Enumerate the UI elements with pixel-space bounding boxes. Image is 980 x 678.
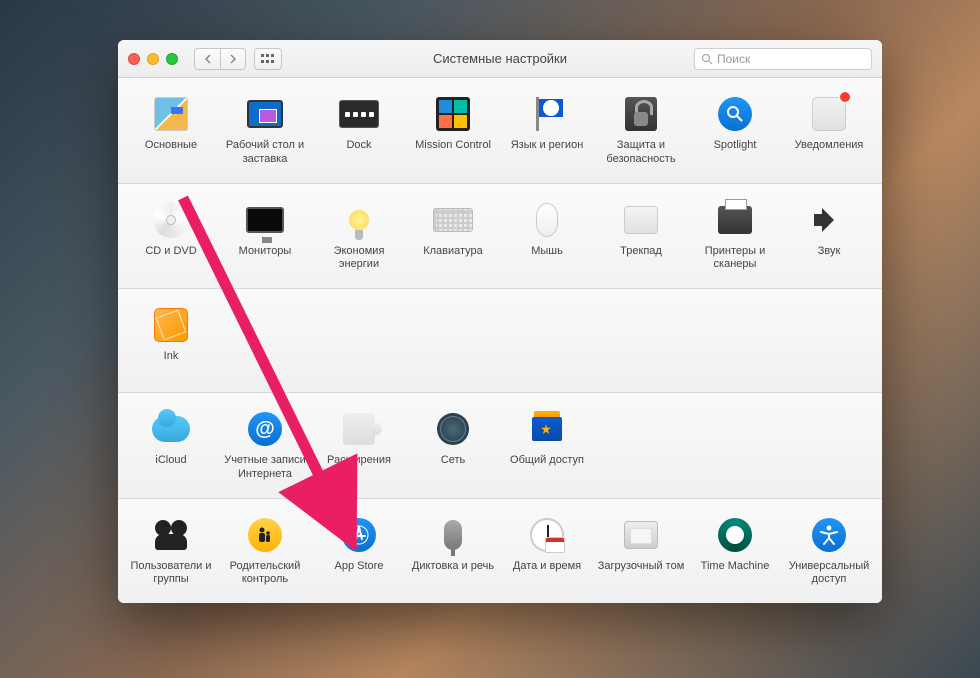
- minimize-button[interactable]: [147, 53, 159, 65]
- search-icon: [701, 53, 713, 65]
- zoom-button[interactable]: [166, 53, 178, 65]
- ink-pane[interactable]: Ink: [124, 303, 218, 382]
- globe-icon: [437, 413, 469, 445]
- dock-icon: [339, 100, 379, 128]
- close-button[interactable]: [128, 53, 140, 65]
- startup-disk-pane[interactable]: Загрузочный том: [594, 513, 688, 594]
- back-button[interactable]: [194, 48, 220, 70]
- mission-control-icon: [436, 97, 470, 131]
- network-pane[interactable]: Сеть: [406, 407, 500, 488]
- disk-icon: [624, 521, 658, 549]
- window-controls: [128, 53, 178, 65]
- security-pane[interactable]: Защита и безопасность: [594, 92, 688, 173]
- cddvd-pane[interactable]: CD и DVD: [124, 198, 218, 279]
- row-system: Пользователи и группы Родительский контр…: [118, 499, 882, 604]
- parental-icon: [248, 518, 282, 552]
- mouse-pane[interactable]: Мышь: [500, 198, 594, 279]
- forward-button[interactable]: [220, 48, 246, 70]
- app-store-pane[interactable]: App Store: [312, 513, 406, 594]
- show-all-button[interactable]: [254, 48, 282, 70]
- bulb-icon: [349, 210, 369, 230]
- clock-calendar-icon: [530, 518, 564, 552]
- spotlight-pane[interactable]: Spotlight: [688, 92, 782, 173]
- notifications-pane[interactable]: Уведомления: [782, 92, 876, 173]
- energy-pane[interactable]: Экономия энергии: [312, 198, 406, 279]
- time-machine-icon: [718, 518, 752, 552]
- pref-panes: Основные Рабочий стол и заставка Dock Mi…: [118, 78, 882, 603]
- app-store-icon: [342, 518, 376, 552]
- date-time-pane[interactable]: Дата и время: [500, 513, 594, 594]
- toolbar: Системные настройки Поиск: [118, 40, 882, 78]
- parental-controls-pane[interactable]: Родительский контроль: [218, 513, 312, 594]
- internet-accounts-pane[interactable]: @Учетные записи Интернета: [218, 407, 312, 488]
- displays-pane[interactable]: Мониторы: [218, 198, 312, 279]
- cloud-icon: [152, 416, 190, 442]
- mouse-icon: [536, 203, 558, 237]
- printer-icon: [718, 206, 752, 234]
- trackpad-icon: [624, 206, 658, 234]
- flag-icon: [534, 97, 560, 131]
- spotlight-icon: [718, 97, 752, 131]
- sharing-pane[interactable]: Общий доступ: [500, 407, 594, 488]
- keyboard-pane[interactable]: Клавиатура: [406, 198, 500, 279]
- general-pane[interactable]: Основные: [124, 92, 218, 173]
- row-personal: Основные Рабочий стол и заставка Dock Mi…: [118, 78, 882, 184]
- sound-pane[interactable]: Звук: [782, 198, 876, 279]
- extensions-pane[interactable]: Расширения: [312, 407, 406, 488]
- time-machine-pane[interactable]: Time Machine: [688, 513, 782, 594]
- printers-pane[interactable]: Принтеры и сканеры: [688, 198, 782, 279]
- row-internet: iCloud @Учетные записи Интернета Расшире…: [118, 393, 882, 499]
- search-placeholder: Поиск: [717, 52, 750, 66]
- display-icon: [246, 207, 284, 233]
- cd-icon: [153, 202, 189, 238]
- at-icon: @: [248, 412, 282, 446]
- users-icon: [153, 520, 189, 550]
- accessibility-icon: [812, 518, 846, 552]
- puzzle-icon: [343, 413, 375, 445]
- desktop-icon: [247, 100, 283, 128]
- search-field[interactable]: Поиск: [694, 48, 872, 70]
- dock-pane[interactable]: Dock: [312, 92, 406, 173]
- microphone-icon: [444, 520, 462, 550]
- language-region-pane[interactable]: Язык и регион: [500, 92, 594, 173]
- row-hardware-2: Ink: [118, 289, 882, 393]
- nav-buttons: [194, 48, 246, 70]
- lock-icon: [625, 97, 657, 131]
- trackpad-pane[interactable]: Трекпад: [594, 198, 688, 279]
- ink-icon: [154, 308, 188, 342]
- keyboard-icon: [433, 208, 473, 232]
- desktop-pane[interactable]: Рабочий стол и заставка: [218, 92, 312, 173]
- mission-control-pane[interactable]: Mission Control: [406, 92, 500, 173]
- accessibility-pane[interactable]: Универсальный доступ: [782, 513, 876, 594]
- notification-badge-icon: [839, 91, 851, 103]
- row-hardware-1: CD и DVD Мониторы Экономия энергии Клави…: [118, 184, 882, 290]
- folder-share-icon: [532, 417, 562, 441]
- speaker-icon: [814, 205, 844, 235]
- system-preferences-window: Системные настройки Поиск Основные Рабоч…: [118, 40, 882, 603]
- general-icon: [154, 97, 188, 131]
- users-groups-pane[interactable]: Пользователи и группы: [124, 513, 218, 594]
- dictation-pane[interactable]: Диктовка и речь: [406, 513, 500, 594]
- icloud-pane[interactable]: iCloud: [124, 407, 218, 488]
